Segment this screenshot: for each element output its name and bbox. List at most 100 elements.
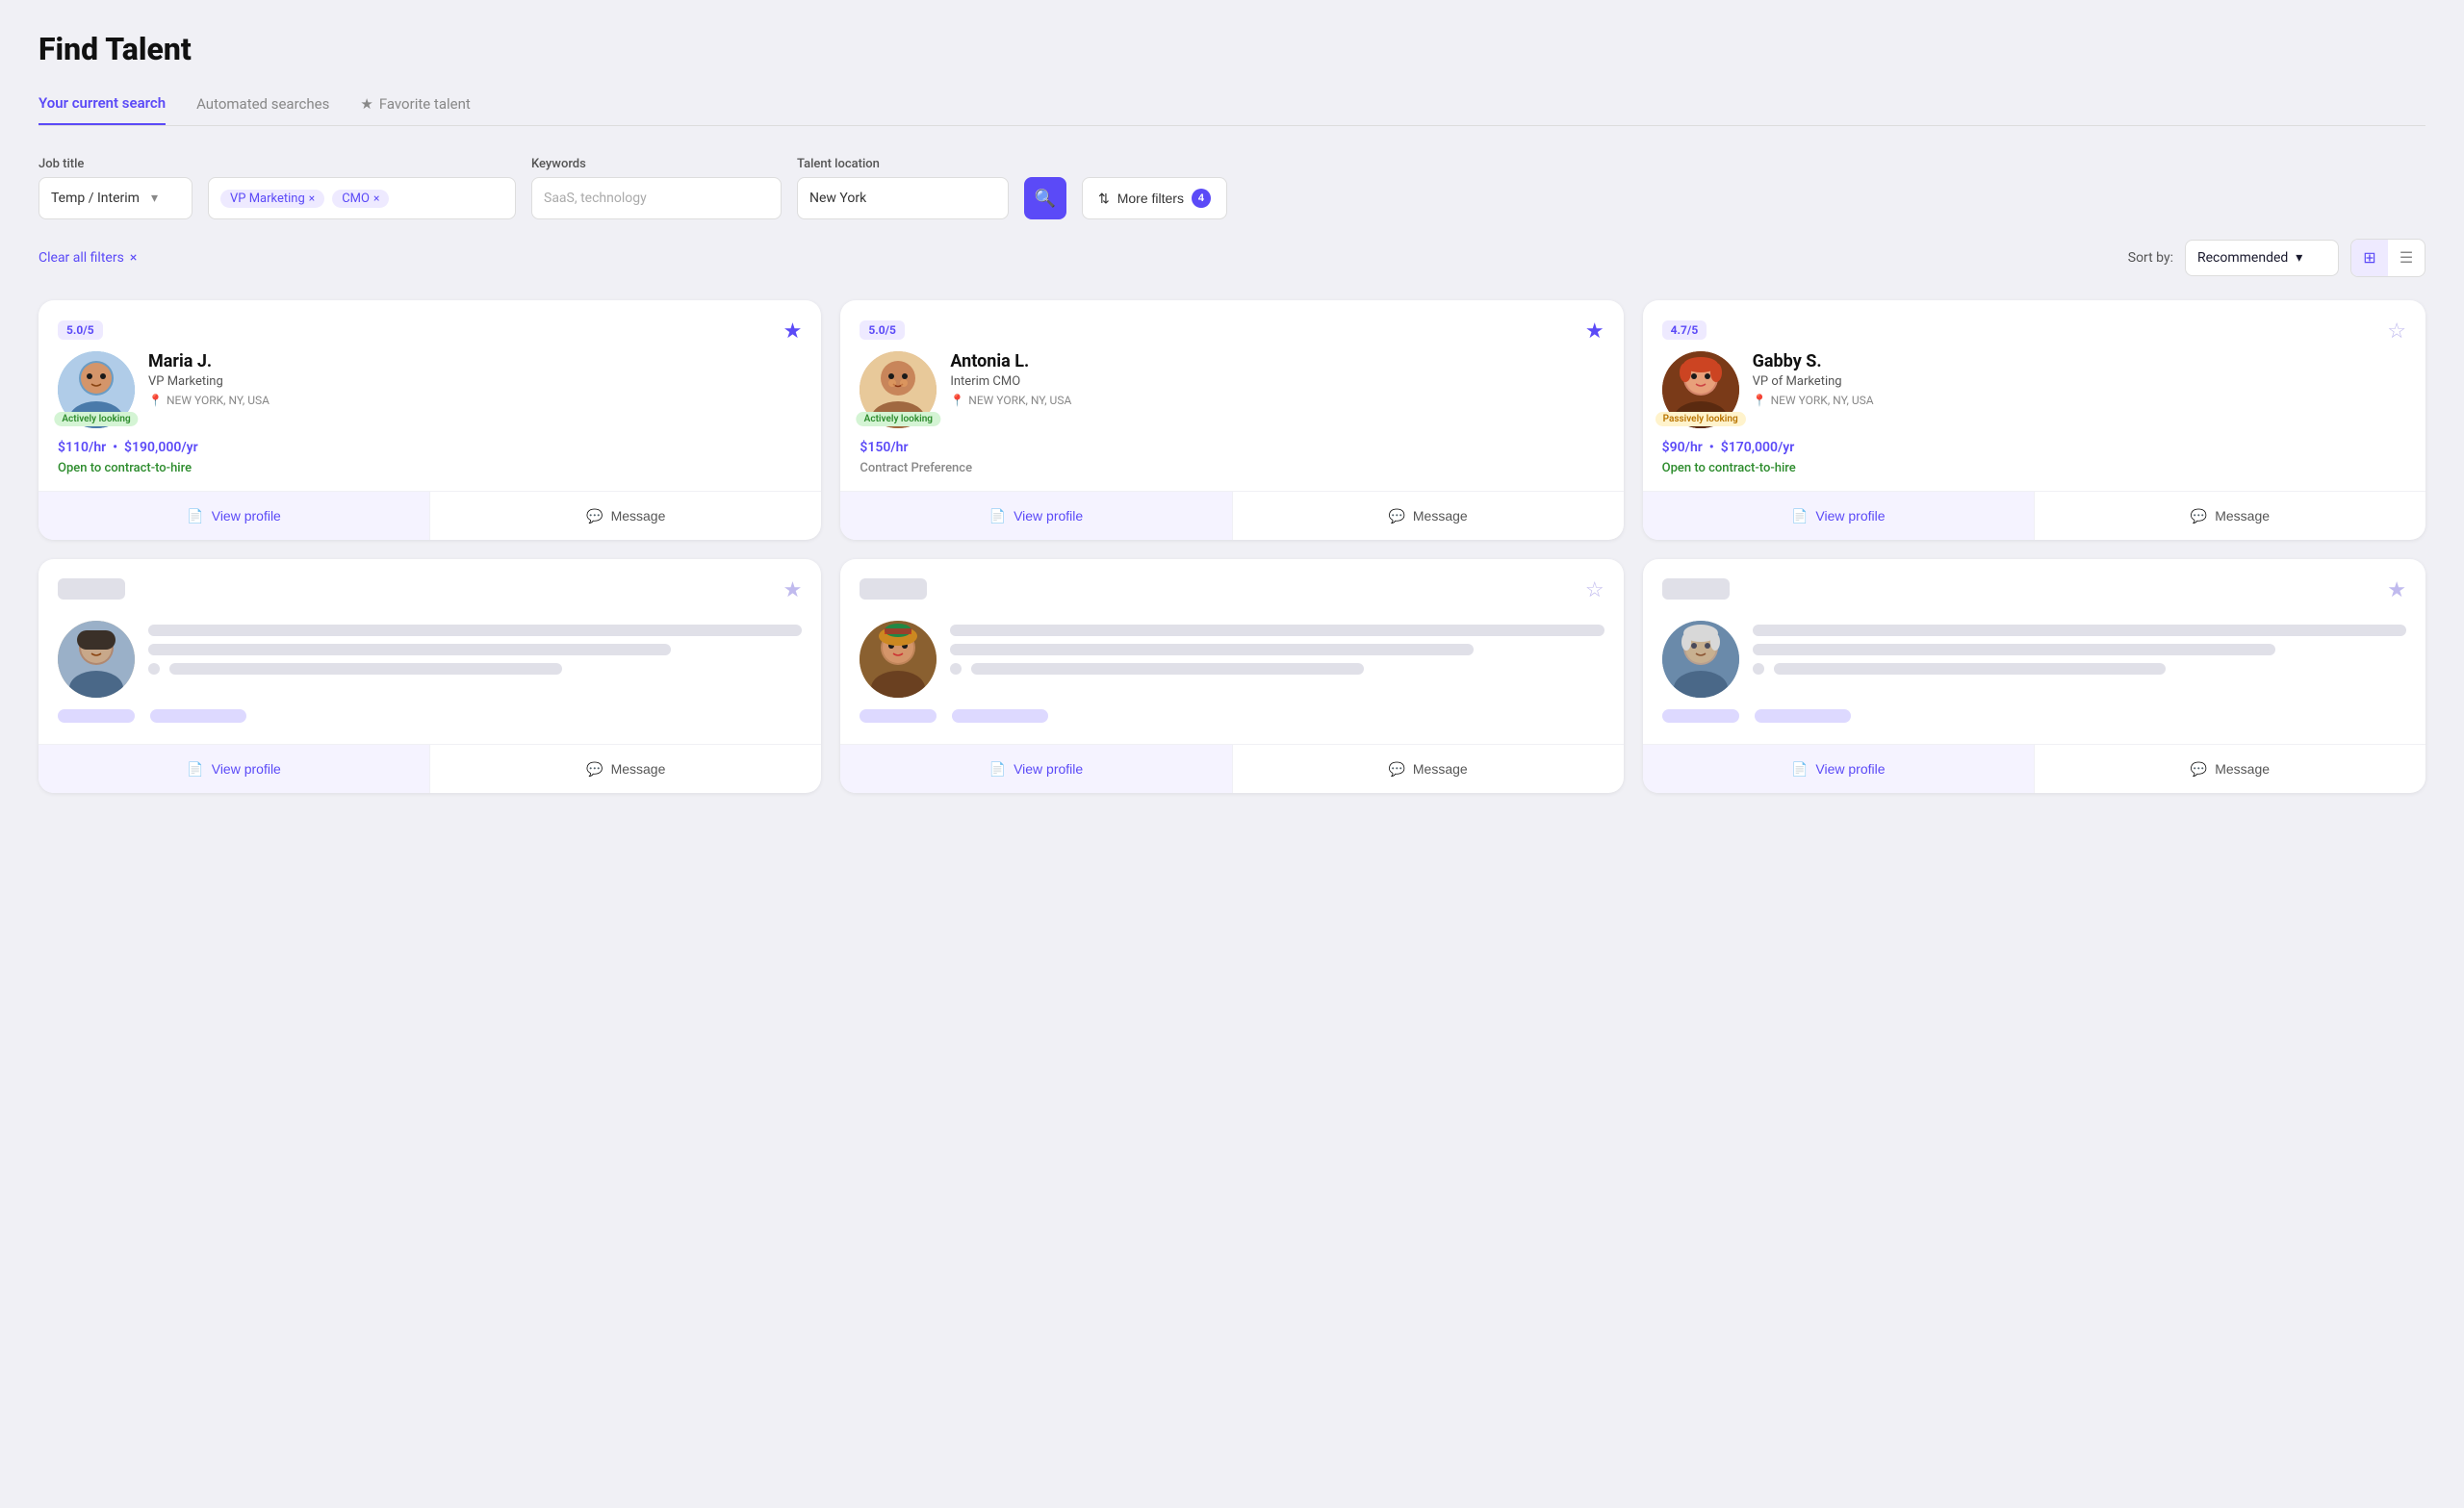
message-icon: 💬 bbox=[586, 761, 603, 778]
skeleton-person-6 bbox=[1662, 621, 2406, 698]
person-info-2: Antonia L. Interim CMO 📍 NEW YORK, NY, U… bbox=[950, 351, 1071, 407]
person-location-1: 📍 NEW YORK, NY, USA bbox=[148, 394, 270, 407]
avatar-wrap-6 bbox=[1662, 621, 1739, 698]
results-bar: Clear all filters × Sort by: Recommended… bbox=[38, 239, 2426, 277]
search-button[interactable]: 🔍 bbox=[1024, 177, 1066, 219]
status-badge-2: Actively looking bbox=[857, 412, 940, 426]
view-profile-button-5[interactable]: 📄 View profile bbox=[840, 745, 1232, 793]
message-button-2[interactable]: 💬 Message bbox=[1233, 492, 1624, 540]
search-icon: 🔍 bbox=[1035, 189, 1056, 209]
talent-cards-grid: 5.0/5 ★ bbox=[38, 300, 2426, 793]
more-filters-button[interactable]: ⇅ More filters 4 bbox=[1082, 177, 1227, 219]
person-role-3: VP of Marketing bbox=[1753, 374, 1874, 389]
tags-filter: tags VP Marketing × CMO × bbox=[208, 157, 516, 219]
job-title-dropdown[interactable]: Temp / Interim ▾ bbox=[38, 177, 192, 219]
card-body-5: ☆ bbox=[840, 559, 1623, 744]
profile-icon: 📄 bbox=[1791, 761, 1808, 778]
profile-icon: 📄 bbox=[187, 508, 203, 524]
sort-dropdown[interactable]: Recommended ▾ bbox=[2185, 240, 2339, 276]
clear-filters-button[interactable]: Clear all filters × bbox=[38, 250, 137, 266]
person-role-2: Interim CMO bbox=[950, 374, 1071, 389]
view-profile-button-6[interactable]: 📄 View profile bbox=[1643, 745, 2035, 793]
favorite-button-5[interactable]: ☆ bbox=[1585, 578, 1604, 602]
status-badge-3: Passively looking bbox=[1656, 412, 1746, 426]
card-rating-1: 5.0/5 bbox=[58, 320, 103, 340]
card-actions-6: 📄 View profile 💬 Message bbox=[1643, 744, 2426, 793]
person-info-1: Maria J. VP Marketing 📍 NEW YORK, NY, US… bbox=[148, 351, 270, 407]
card-body-1: 5.0/5 ★ bbox=[38, 300, 821, 491]
view-profile-button-3[interactable]: 📄 View profile bbox=[1643, 492, 2035, 540]
card-body-6: ★ bbox=[1643, 559, 2426, 744]
location-input[interactable]: New York bbox=[797, 177, 1009, 219]
view-profile-button-1[interactable]: 📄 View profile bbox=[38, 492, 430, 540]
job-title-filter: Job title Temp / Interim ▾ bbox=[38, 157, 192, 219]
favorite-button-1[interactable]: ★ bbox=[783, 319, 803, 344]
favorite-button-6[interactable]: ★ bbox=[2387, 578, 2406, 602]
grid-view-button[interactable]: ⊞ bbox=[2351, 240, 2388, 276]
remove-tag-cmo[interactable]: × bbox=[373, 192, 379, 205]
view-profile-button-4[interactable]: 📄 View profile bbox=[38, 745, 430, 793]
tab-current-search[interactable]: Your current search bbox=[38, 94, 166, 125]
skeleton-person-5 bbox=[860, 621, 1604, 698]
card-rating-2: 5.0/5 bbox=[860, 320, 905, 340]
favorite-button-2[interactable]: ★ bbox=[1585, 319, 1604, 344]
card-pref-3: Open to contract-to-hire bbox=[1662, 461, 2406, 475]
tag-cmo[interactable]: CMO × bbox=[332, 190, 389, 208]
message-button-5[interactable]: 💬 Message bbox=[1233, 745, 1624, 793]
avatar-wrap-5 bbox=[860, 621, 937, 698]
talent-card-5: ☆ bbox=[840, 559, 1623, 793]
card-body-3: 4.7/5 ☆ bbox=[1643, 300, 2426, 491]
favorite-button-4[interactable]: ★ bbox=[783, 578, 803, 602]
person-name-1: Maria J. bbox=[148, 351, 270, 371]
message-button-1[interactable]: 💬 Message bbox=[430, 492, 821, 540]
filter-icon: ⇅ bbox=[1098, 191, 1110, 207]
sort-section: Sort by: Recommended ▾ ⊞ ☰ bbox=[2128, 239, 2426, 277]
message-icon: 💬 bbox=[586, 508, 603, 524]
keywords-label: Keywords bbox=[531, 157, 782, 171]
remove-tag-vp-marketing[interactable]: × bbox=[309, 192, 315, 205]
tab-favorite-talent[interactable]: ★ Favorite talent bbox=[360, 95, 470, 124]
page-title: Find Talent bbox=[38, 31, 2426, 67]
close-icon: × bbox=[130, 250, 137, 266]
avatar-wrap-4 bbox=[58, 621, 135, 698]
card-person-3: Passively looking Gabby S. VP of Marketi… bbox=[1662, 351, 2406, 428]
location-pin-icon: 📍 bbox=[148, 394, 163, 407]
status-badge-1: Actively looking bbox=[54, 412, 138, 426]
card-actions-5: 📄 View profile 💬 Message bbox=[840, 744, 1623, 793]
tag-vp-marketing[interactable]: VP Marketing × bbox=[220, 190, 324, 208]
skeleton-badge-5 bbox=[860, 578, 927, 600]
location-filter: Talent location New York bbox=[797, 157, 1009, 219]
location-pin-icon: 📍 bbox=[1753, 394, 1767, 407]
talent-card-1: 5.0/5 ★ bbox=[38, 300, 821, 540]
tab-automated-searches[interactable]: Automated searches bbox=[196, 95, 329, 124]
message-button-4[interactable]: 💬 Message bbox=[430, 745, 821, 793]
skeleton-info-6 bbox=[1753, 621, 2406, 675]
profile-icon: 📄 bbox=[989, 761, 1006, 778]
card-rate-3: $90/hr • $170,000/yr bbox=[1662, 440, 2406, 455]
avatar-wrap-3: Passively looking bbox=[1662, 351, 1739, 428]
card-pref-2: Contract Preference bbox=[860, 461, 1604, 475]
talent-card-3: 4.7/5 ☆ bbox=[1643, 300, 2426, 540]
keywords-input[interactable]: SaaS, technology bbox=[531, 177, 782, 219]
tags-input[interactable]: VP Marketing × CMO × bbox=[208, 177, 516, 219]
avatar-wrap-1: Actively looking bbox=[58, 351, 135, 428]
profile-icon: 📄 bbox=[187, 761, 203, 778]
person-role-1: VP Marketing bbox=[148, 374, 270, 389]
card-rate-2: $150/hr bbox=[860, 440, 1604, 455]
avatar-6 bbox=[1662, 621, 1739, 698]
profile-icon: 📄 bbox=[1791, 508, 1808, 524]
chevron-down-icon: ▾ bbox=[151, 191, 158, 206]
skeleton-info-5 bbox=[950, 621, 1604, 675]
avatar-5 bbox=[860, 621, 937, 698]
view-profile-button-2[interactable]: 📄 View profile bbox=[840, 492, 1232, 540]
message-icon: 💬 bbox=[2191, 761, 2207, 778]
favorite-button-3[interactable]: ☆ bbox=[2387, 319, 2406, 344]
card-rate-1: $110/hr • $190,000/yr bbox=[58, 440, 802, 455]
person-name-2: Antonia L. bbox=[950, 351, 1071, 371]
card-actions-2: 📄 View profile 💬 Message bbox=[840, 491, 1623, 540]
card-person-2: Actively looking Antonia L. Interim CMO … bbox=[860, 351, 1604, 428]
message-button-3[interactable]: 💬 Message bbox=[2035, 492, 2426, 540]
list-view-button[interactable]: ☰ bbox=[2388, 240, 2425, 276]
card-person-1: Actively looking Maria J. VP Marketing 📍… bbox=[58, 351, 802, 428]
message-button-6[interactable]: 💬 Message bbox=[2035, 745, 2426, 793]
